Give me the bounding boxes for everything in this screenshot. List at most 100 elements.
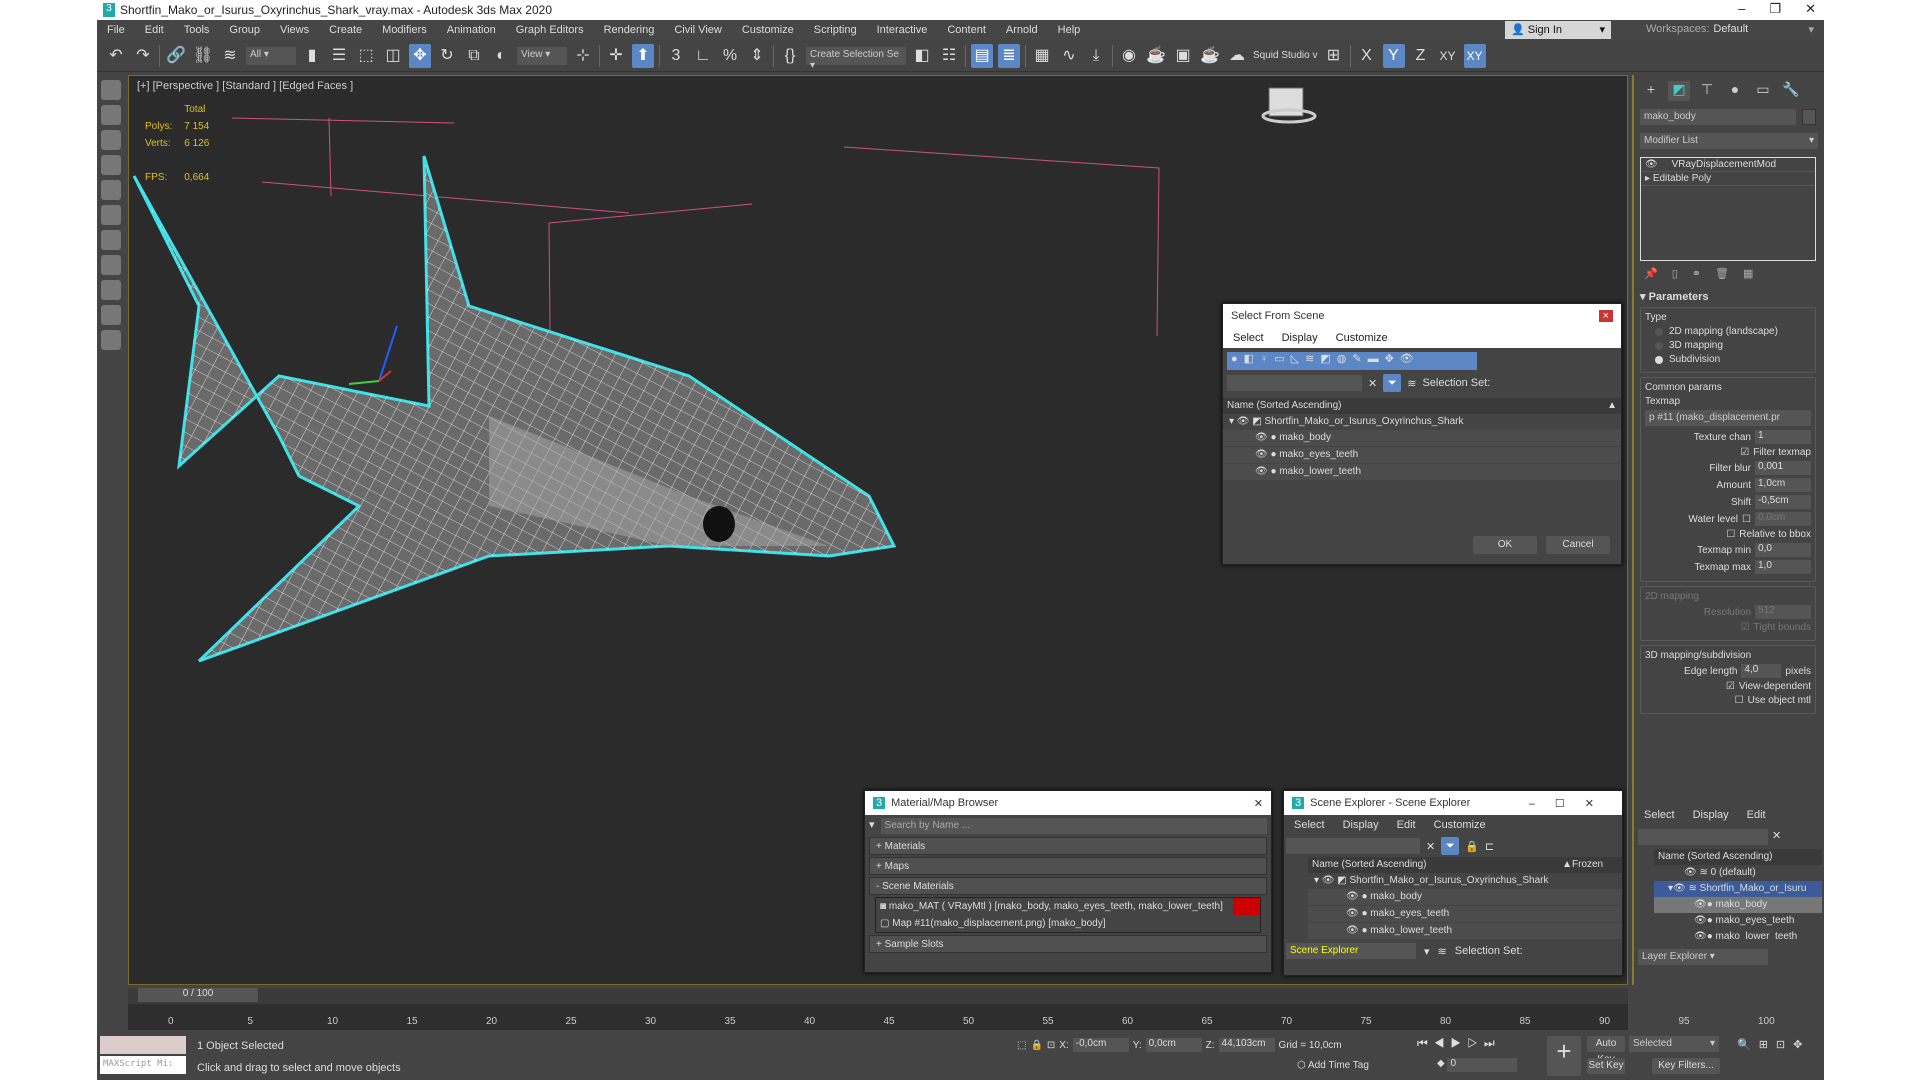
close-button[interactable]: ✕ (1805, 1, 1816, 17)
cloud-icon[interactable] (101, 105, 121, 125)
help-icon[interactable] (101, 330, 121, 350)
menu-interactive[interactable]: Interactive (867, 24, 938, 36)
configure-sets-icon[interactable]: ▦ (1743, 267, 1753, 280)
pin-stack-icon[interactable]: 📌 (1644, 267, 1658, 280)
pivot-icon[interactable]: ⊹ (572, 44, 594, 68)
named-sets-icon[interactable]: {} (779, 44, 801, 68)
sphere-icon[interactable] (101, 180, 121, 200)
le-menu-select[interactable]: Select (1644, 809, 1675, 821)
link-icon[interactable]: 🔗 (165, 44, 187, 68)
se-item[interactable]: 👁 ● mako_lower_teeth (1308, 923, 1622, 939)
create-tab-icon[interactable]: + (1640, 81, 1662, 101)
maximize-button[interactable]: ❐ (1769, 1, 1781, 17)
sign-in-dropdown[interactable]: 👤 Sign In ▾ (1505, 21, 1611, 39)
select-object-icon[interactable]: ▮ (301, 44, 323, 68)
time-slider[interactable]: 0 / 100 (128, 988, 1628, 1004)
sfs-root-item[interactable]: ▾ 👁 ◩ Shortfin_Mako_or_Isurus_Oxyrinchus… (1223, 414, 1621, 430)
texmap-button[interactable]: p #11 (mako_displacement.pr (1645, 410, 1811, 426)
curve-editor-icon[interactable]: ∿ (1058, 44, 1080, 68)
time-slider-thumb[interactable]: 0 / 100 (138, 988, 258, 1002)
texture-chan-spinner[interactable]: 1 (1755, 430, 1811, 444)
layers-icon[interactable]: ≋ (1438, 945, 1447, 958)
rendered-frame-icon[interactable]: ▣ (1172, 44, 1194, 68)
se-menu-edit[interactable]: Edit (1397, 819, 1416, 831)
schematic-view-icon[interactable]: ⤓ (1085, 44, 1107, 68)
amount-spinner[interactable]: 1,0cm (1755, 478, 1811, 492)
y-coord-field[interactable]: 0,0cm (1145, 1038, 1202, 1052)
edge-length-spinner[interactable]: 4,0 (1741, 664, 1782, 678)
axis-xy-button[interactable]: XY (1437, 44, 1459, 68)
menu-create[interactable]: Create (319, 24, 372, 36)
z-coord-field[interactable]: 44,103cm (1218, 1038, 1275, 1052)
mirror-icon[interactable]: ◧ (911, 44, 933, 68)
modifier-editable-poly[interactable]: ▸ Editable Poly (1641, 172, 1815, 186)
absolute-mode-icon[interactable]: ⊡ (1047, 1040, 1055, 1051)
rotate-icon[interactable]: ↻ (436, 44, 458, 68)
render-icon[interactable]: ☕ (1199, 44, 1221, 68)
add-time-tag-button[interactable]: ⬡ Add Time Tag (1297, 1060, 1369, 1071)
axis-xy-toggle-button[interactable]: XY (1463, 43, 1486, 68)
window-controls[interactable]: –☐✕ (1529, 797, 1614, 810)
se-search-input[interactable] (1286, 838, 1420, 854)
current-frame-field[interactable]: 0 (1447, 1058, 1518, 1072)
menu-animation[interactable]: Animation (437, 24, 506, 36)
axis-y-button[interactable]: Y (1382, 43, 1405, 68)
menu-customize[interactable]: Customize (732, 24, 804, 36)
se-menu-customize[interactable]: Customize (1434, 819, 1486, 831)
render-cloud-icon[interactable]: ☁ (1226, 44, 1248, 68)
modifier-vraydisplacement[interactable]: 👁 VRayDisplacementMod (1641, 158, 1815, 172)
hierarchy-icon[interactable]: ⊏ (1485, 840, 1494, 853)
object-name-field[interactable]: mako_body (1640, 109, 1797, 125)
reference-coord-dropdown[interactable]: View ▾ (517, 46, 567, 65)
texmap-min-spinner[interactable]: 0,0 (1755, 543, 1811, 557)
undo-icon[interactable]: ↶ (105, 44, 127, 68)
map-item-11[interactable]: ▢ Map #11(mako_displacement.png) [mako_b… (876, 915, 1260, 932)
layer-explorer-icon[interactable]: ≣ (998, 43, 1020, 68)
clear-search-icon[interactable]: ✕ (1772, 829, 1781, 845)
scene-explorer-dropdown[interactable]: Scene Explorer (1286, 943, 1416, 959)
lock-selection-icon[interactable]: 🔒 (1030, 1040, 1042, 1051)
material-editor-icon[interactable]: ◉ (1118, 44, 1140, 68)
le-column-header[interactable]: Name (Sorted Ascending) (1654, 849, 1822, 865)
sfs-search-input[interactable] (1227, 375, 1362, 391)
ribbon-icon[interactable]: ▦ (1031, 44, 1053, 68)
sfs-menu-customize[interactable]: Customize (1336, 332, 1388, 344)
modify-tab-icon[interactable]: ◩ (1668, 81, 1690, 101)
dialog-close-button[interactable]: × (1598, 310, 1613, 322)
scale-icon[interactable]: ⧉ (463, 44, 485, 68)
display-tab-icon[interactable]: ▭ (1752, 81, 1774, 101)
use-object-mtl-checkbox[interactable]: ☐ Use object mtl (1645, 695, 1811, 706)
angle-snap-icon[interactable]: ∟ (692, 44, 714, 68)
place-icon[interactable]: ◐ (490, 44, 512, 68)
track-bar[interactable]: 0 5 10 15 20 25 30 35 40 45 50 55 60 65 70 75 80 85 90 95 10… (128, 1004, 1775, 1030)
menu-file[interactable]: File (97, 24, 135, 36)
render-frame-icon[interactable] (101, 130, 121, 150)
sun-icon[interactable] (101, 230, 121, 250)
layer-shark[interactable]: ▾👁 ≋ Shortfin_Mako_or_Isuru (1654, 881, 1822, 897)
lock-icon[interactable]: 🔒 (1465, 840, 1479, 853)
squid-grid-icon[interactable]: ⊞ (1323, 44, 1345, 68)
sfs-column-header[interactable]: Name (Sorted Ascending) ▲ (1223, 398, 1621, 414)
render-setup-icon[interactable]: ☕ (1145, 44, 1167, 68)
tight-bounds-checkbox[interactable]: ☑ Tight bounds (1645, 622, 1811, 633)
se-column-header[interactable]: Name (Sorted Ascending) ▲ Frozen (1308, 857, 1622, 873)
set-key-big-button[interactable]: + (1547, 1036, 1581, 1076)
filter-icon[interactable]: ⏷ (1441, 837, 1460, 855)
le-search-input[interactable] (1638, 829, 1768, 845)
select-and-move-icon[interactable]: ✥ (409, 43, 431, 68)
selection-filter-dropdown[interactable]: All ▾ (246, 46, 296, 65)
maxscript-mini-listener[interactable]: MAXScript Mi: (100, 1056, 186, 1074)
key-filters-button[interactable]: Key Filters... (1652, 1058, 1720, 1074)
relative-bbox-checkbox[interactable]: ☐ Relative to bbox (1645, 529, 1811, 540)
menu-content[interactable]: Content (937, 24, 996, 36)
se-menu-display[interactable]: Display (1343, 819, 1379, 831)
light-icon[interactable] (101, 205, 121, 225)
remove-modifier-icon[interactable]: 🗑 (1715, 267, 1729, 280)
modifier-list-dropdown[interactable]: Modifier List ▾ (1640, 133, 1818, 149)
select-by-name-icon[interactable]: ☰ (328, 44, 350, 68)
create-selection-set-dropdown[interactable]: Create Selection Se ▾ (806, 46, 906, 71)
x-coord-field[interactable]: -0,0cm (1072, 1038, 1129, 1052)
bind-spacewarp-icon[interactable]: ≋ (219, 44, 241, 68)
object-color-swatch[interactable] (1802, 109, 1816, 125)
layers-icon[interactable]: ≋ (1407, 377, 1416, 390)
